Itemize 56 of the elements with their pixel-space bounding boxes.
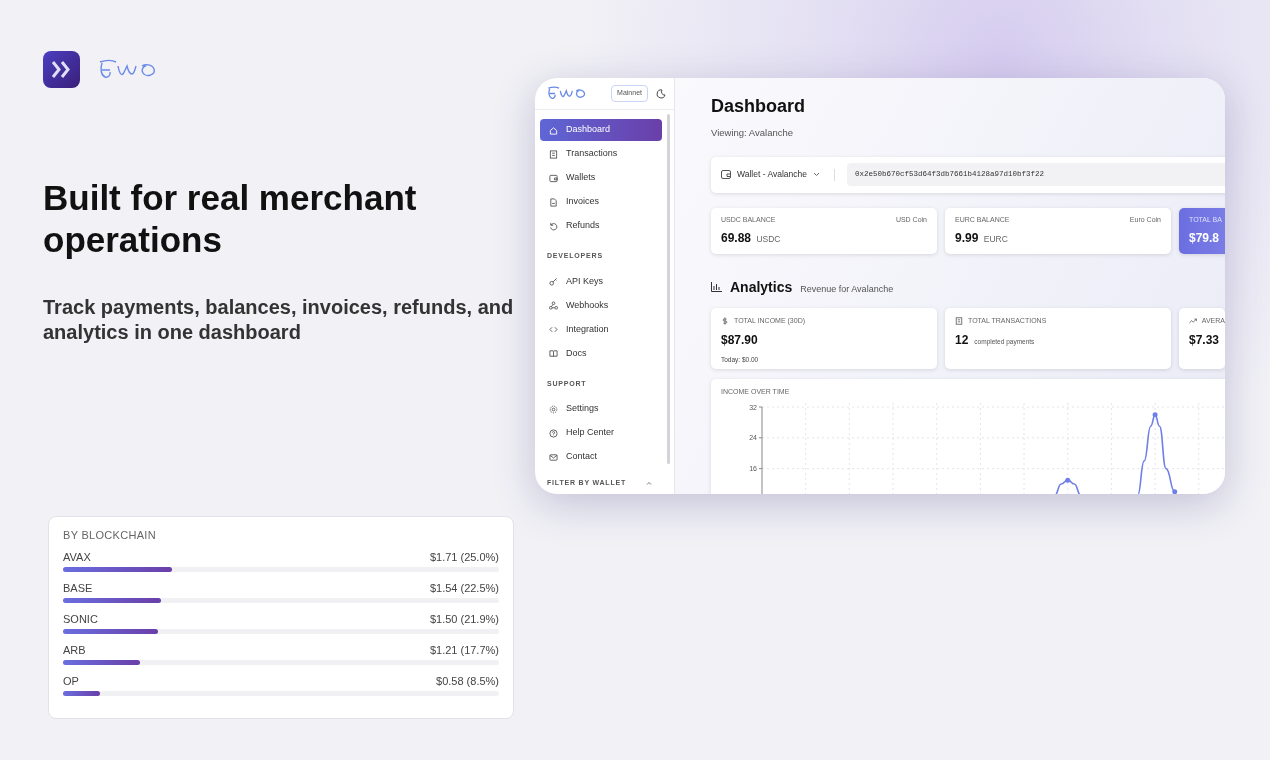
sidebar-item[interactable]: Webhooks	[540, 294, 662, 317]
wallet-selector[interactable]: Wallet - Avalanche	[737, 168, 807, 182]
sidebar-item[interactable]: Dashboard	[540, 119, 662, 141]
chain-name: SONIC	[63, 612, 98, 627]
wallet-icon	[721, 170, 731, 180]
moon-icon[interactable]	[656, 88, 666, 99]
chain-name: ARB	[63, 644, 86, 658]
sidebar-item[interactable]: Wallets	[540, 167, 662, 189]
hero-heading: Built for real merchant operations	[43, 177, 418, 261]
webhook-icon	[549, 301, 558, 310]
page-title: Dashboard	[711, 96, 807, 118]
sidebar-item[interactable]: Docs	[540, 342, 662, 365]
dollar-icon	[721, 317, 729, 326]
balance-amount: 9.99 EURC	[955, 230, 1009, 248]
chain-amount: $1.54 (22.5%)	[429, 581, 499, 595]
chevron-down-icon[interactable]	[812, 172, 820, 178]
chain-amount: $1.71 (25.0%)	[429, 550, 499, 564]
sidebar-item[interactable]: Transactions	[540, 143, 662, 165]
sidebar-item[interactable]: Invoices	[540, 191, 662, 213]
sidebar-item[interactable]: Refunds	[540, 215, 662, 237]
sidebar-item[interactable]: Settings	[540, 398, 662, 420]
receipt-icon	[955, 317, 963, 326]
document-icon	[549, 197, 558, 207]
card-title: BY BLOCKCHAIN	[63, 528, 157, 543]
chain-amount: $1.21 (17.7%)	[429, 644, 499, 658]
help-icon	[549, 428, 558, 438]
balance-amount: $79.8	[1189, 230, 1221, 248]
settings-icon	[549, 404, 558, 414]
book-icon	[549, 349, 558, 358]
chain-amount: $0.58 (8.5%)	[436, 675, 499, 689]
trend-up-icon	[1189, 317, 1197, 326]
undo-icon	[549, 221, 558, 231]
stat-value: $7.33	[1189, 332, 1221, 350]
sidebar-item[interactable]: Integration	[540, 318, 662, 341]
code-icon	[549, 325, 558, 334]
sidebar-item[interactable]: Contact	[540, 446, 662, 468]
receipt-icon	[549, 149, 558, 159]
hero-subtitle: Track payments, balances, invoices, refunds, and analytics in one dashboard	[43, 295, 515, 345]
home-icon	[549, 125, 558, 135]
wallet-icon	[549, 173, 558, 183]
chain-name: BASE	[63, 581, 93, 595]
sidebar-item[interactable]: API Keys	[540, 270, 662, 293]
chain-name: AVAX	[63, 550, 91, 564]
bar-chart-icon	[711, 281, 722, 292]
sidebar-item[interactable]: Help Center	[540, 422, 662, 444]
scrollbar[interactable]	[667, 114, 670, 464]
key-icon	[549, 277, 558, 286]
section-title: Analytics	[730, 277, 793, 297]
mail-icon	[549, 452, 558, 462]
section-subtitle: Revenue for Avalanche	[800, 282, 894, 296]
page-subtitle: Viewing: Avalanche	[711, 125, 795, 140]
chain-amount: $1.50 (21.9%)	[429, 612, 499, 627]
stat-value: $87.90	[721, 332, 759, 350]
app-logo-icon	[43, 51, 80, 88]
balance-amount: 69.88 USDC	[721, 230, 782, 248]
chain-name: OP	[63, 675, 79, 689]
